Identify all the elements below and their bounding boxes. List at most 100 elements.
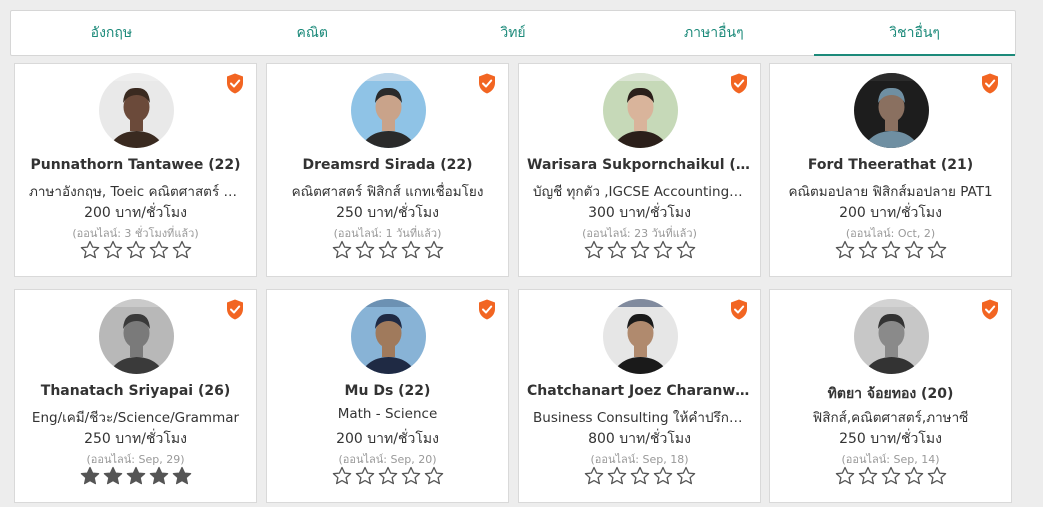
tutor-subjects: คณิตศาสตร์ ฟิสิกส์ แกทเชื่อมโยง (291, 184, 484, 200)
star-outline-icon (584, 466, 603, 485)
star-filled-icon (103, 466, 122, 485)
tutor-subjects: Math - Science (337, 406, 438, 422)
tutor-card[interactable]: ทิตยา จ้อยทอง (20) ฟิสิกส์,คณิตศาสตร์,ภา… (769, 289, 1012, 503)
tutor-card[interactable]: Mu Ds (22) Math - Science 200 บาท/ชั่วโม… (266, 289, 509, 503)
star-outline-icon (378, 240, 397, 259)
star-outline-icon (630, 240, 649, 259)
star-outline-icon (149, 240, 168, 259)
star-outline-icon (676, 466, 695, 485)
star-outline-icon (332, 466, 351, 485)
tutor-name: Dreamsrd Sirada (22) (302, 157, 473, 173)
star-outline-icon (927, 466, 946, 485)
avatar (351, 73, 426, 148)
tutor-price: 250 บาท/ชั่วโมง (839, 431, 942, 447)
star-outline-icon (355, 240, 374, 259)
tutor-card[interactable]: Warisara Sukpornchaikul (23) บัญชี ทุกตั… (518, 63, 761, 277)
tab-english[interactable]: อังกฤษ (11, 11, 212, 55)
tutor-price: 200 บาท/ชั่วโมง (84, 205, 187, 221)
tutor-card[interactable]: Chatchanart Joez Charanwattanakul (24) B… (518, 289, 761, 503)
star-outline-icon (584, 240, 603, 259)
star-outline-icon (103, 240, 122, 259)
rating-stars (267, 466, 508, 486)
avatar (854, 299, 929, 374)
tutor-price: 250 บาท/ชั่วโมง (336, 205, 439, 221)
star-outline-icon (653, 466, 672, 485)
star-outline-icon (355, 466, 374, 485)
star-filled-icon (126, 466, 145, 485)
tutor-name: ทิตยา จ้อยทอง (20) (827, 386, 954, 402)
tutor-name: Chatchanart Joez Charanwattanakul (24) (527, 383, 752, 399)
tutor-name: Punnathorn Tantawee (22) (30, 157, 241, 173)
avatar (99, 73, 174, 148)
tutor-price: 300 บาท/ชั่วโมง (588, 205, 691, 221)
star-filled-icon (172, 466, 191, 485)
tutor-subjects: คณิตมอปลาย ฟิสิกส์มอปลาย PAT1 (788, 184, 993, 200)
star-outline-icon (630, 466, 649, 485)
tutor-price: 200 บาท/ชั่วโมง (839, 205, 942, 221)
verified-shield-icon (226, 73, 244, 94)
rating-stars (15, 240, 256, 260)
star-outline-icon (676, 240, 695, 259)
avatar (99, 299, 174, 374)
tutor-subjects: ฟิสิกส์,คณิตศาสตร์,ภาษาซี (812, 410, 969, 426)
avatar (351, 299, 426, 374)
avatar (603, 73, 678, 148)
verified-shield-icon (981, 73, 999, 94)
rating-stars (15, 466, 256, 486)
star-outline-icon (881, 466, 900, 485)
verified-shield-icon (730, 299, 748, 320)
subject-tabs: อังกฤษ คณิต วิทย์ ภาษาอื่นๆ วิชาอื่นๆ (10, 10, 1016, 56)
rating-stars (519, 466, 760, 486)
star-outline-icon (927, 240, 946, 259)
tab-science[interactable]: วิทย์ (413, 11, 614, 55)
tutor-subjects: Business Consulting ให้คำปรึกษาธุรกิจ (533, 410, 746, 426)
star-outline-icon (378, 466, 397, 485)
tab-math[interactable]: คณิต (212, 11, 413, 55)
star-outline-icon (607, 240, 626, 259)
star-outline-icon (401, 240, 420, 259)
star-outline-icon (607, 466, 626, 485)
verified-shield-icon (226, 299, 244, 320)
star-outline-icon (835, 466, 854, 485)
star-outline-icon (881, 240, 900, 259)
star-outline-icon (401, 466, 420, 485)
tutor-subjects: บัญชี ทุกตัว ,IGCSE Accounting/Economics (533, 184, 746, 200)
rating-stars (770, 240, 1011, 260)
tab-other-subjects[interactable]: วิชาอื่นๆ (814, 11, 1015, 56)
star-outline-icon (904, 466, 923, 485)
avatar (854, 73, 929, 148)
tutor-price: 250 บาท/ชั่วโมง (84, 431, 187, 447)
tutor-name: Mu Ds (22) (344, 383, 431, 399)
star-outline-icon (172, 240, 191, 259)
verified-shield-icon (478, 73, 496, 94)
tutor-subjects: ภาษาอังกฤษ, Toeic คณิตศาสตร์ ฟิสิกส์ (29, 184, 242, 200)
tab-other-languages[interactable]: ภาษาอื่นๆ (613, 11, 814, 55)
star-outline-icon (858, 466, 877, 485)
star-outline-icon (126, 240, 145, 259)
rating-stars (267, 240, 508, 260)
tutor-card[interactable]: Dreamsrd Sirada (22) คณิตศาสตร์ ฟิสิกส์ … (266, 63, 509, 277)
tutor-card[interactable]: Thanatach Sriyapai (26) Eng/เคมี/ชีวะ/Sc… (14, 289, 257, 503)
avatar (603, 299, 678, 374)
tutor-name: Warisara Sukpornchaikul (23) (527, 157, 752, 173)
tutor-card[interactable]: Ford Theerathat (21) คณิตมอปลาย ฟิสิกส์ม… (769, 63, 1012, 277)
star-outline-icon (653, 240, 672, 259)
star-outline-icon (835, 240, 854, 259)
verified-shield-icon (981, 299, 999, 320)
star-outline-icon (80, 240, 99, 259)
tutor-subjects: Eng/เคมี/ชีวะ/Science/Grammar (31, 410, 240, 426)
rating-stars (519, 240, 760, 260)
tutor-name: Ford Theerathat (21) (807, 157, 974, 173)
star-filled-icon (149, 466, 168, 485)
star-filled-icon (80, 466, 99, 485)
verified-shield-icon (730, 73, 748, 94)
star-outline-icon (904, 240, 923, 259)
tutor-name: Thanatach Sriyapai (26) (40, 383, 231, 399)
verified-shield-icon (478, 299, 496, 320)
star-outline-icon (424, 240, 443, 259)
star-outline-icon (858, 240, 877, 259)
tutor-card[interactable]: Punnathorn Tantawee (22) ภาษาอังกฤษ, Toe… (14, 63, 257, 277)
tutor-price: 200 บาท/ชั่วโมง (336, 431, 439, 447)
star-outline-icon (332, 240, 351, 259)
star-outline-icon (424, 466, 443, 485)
